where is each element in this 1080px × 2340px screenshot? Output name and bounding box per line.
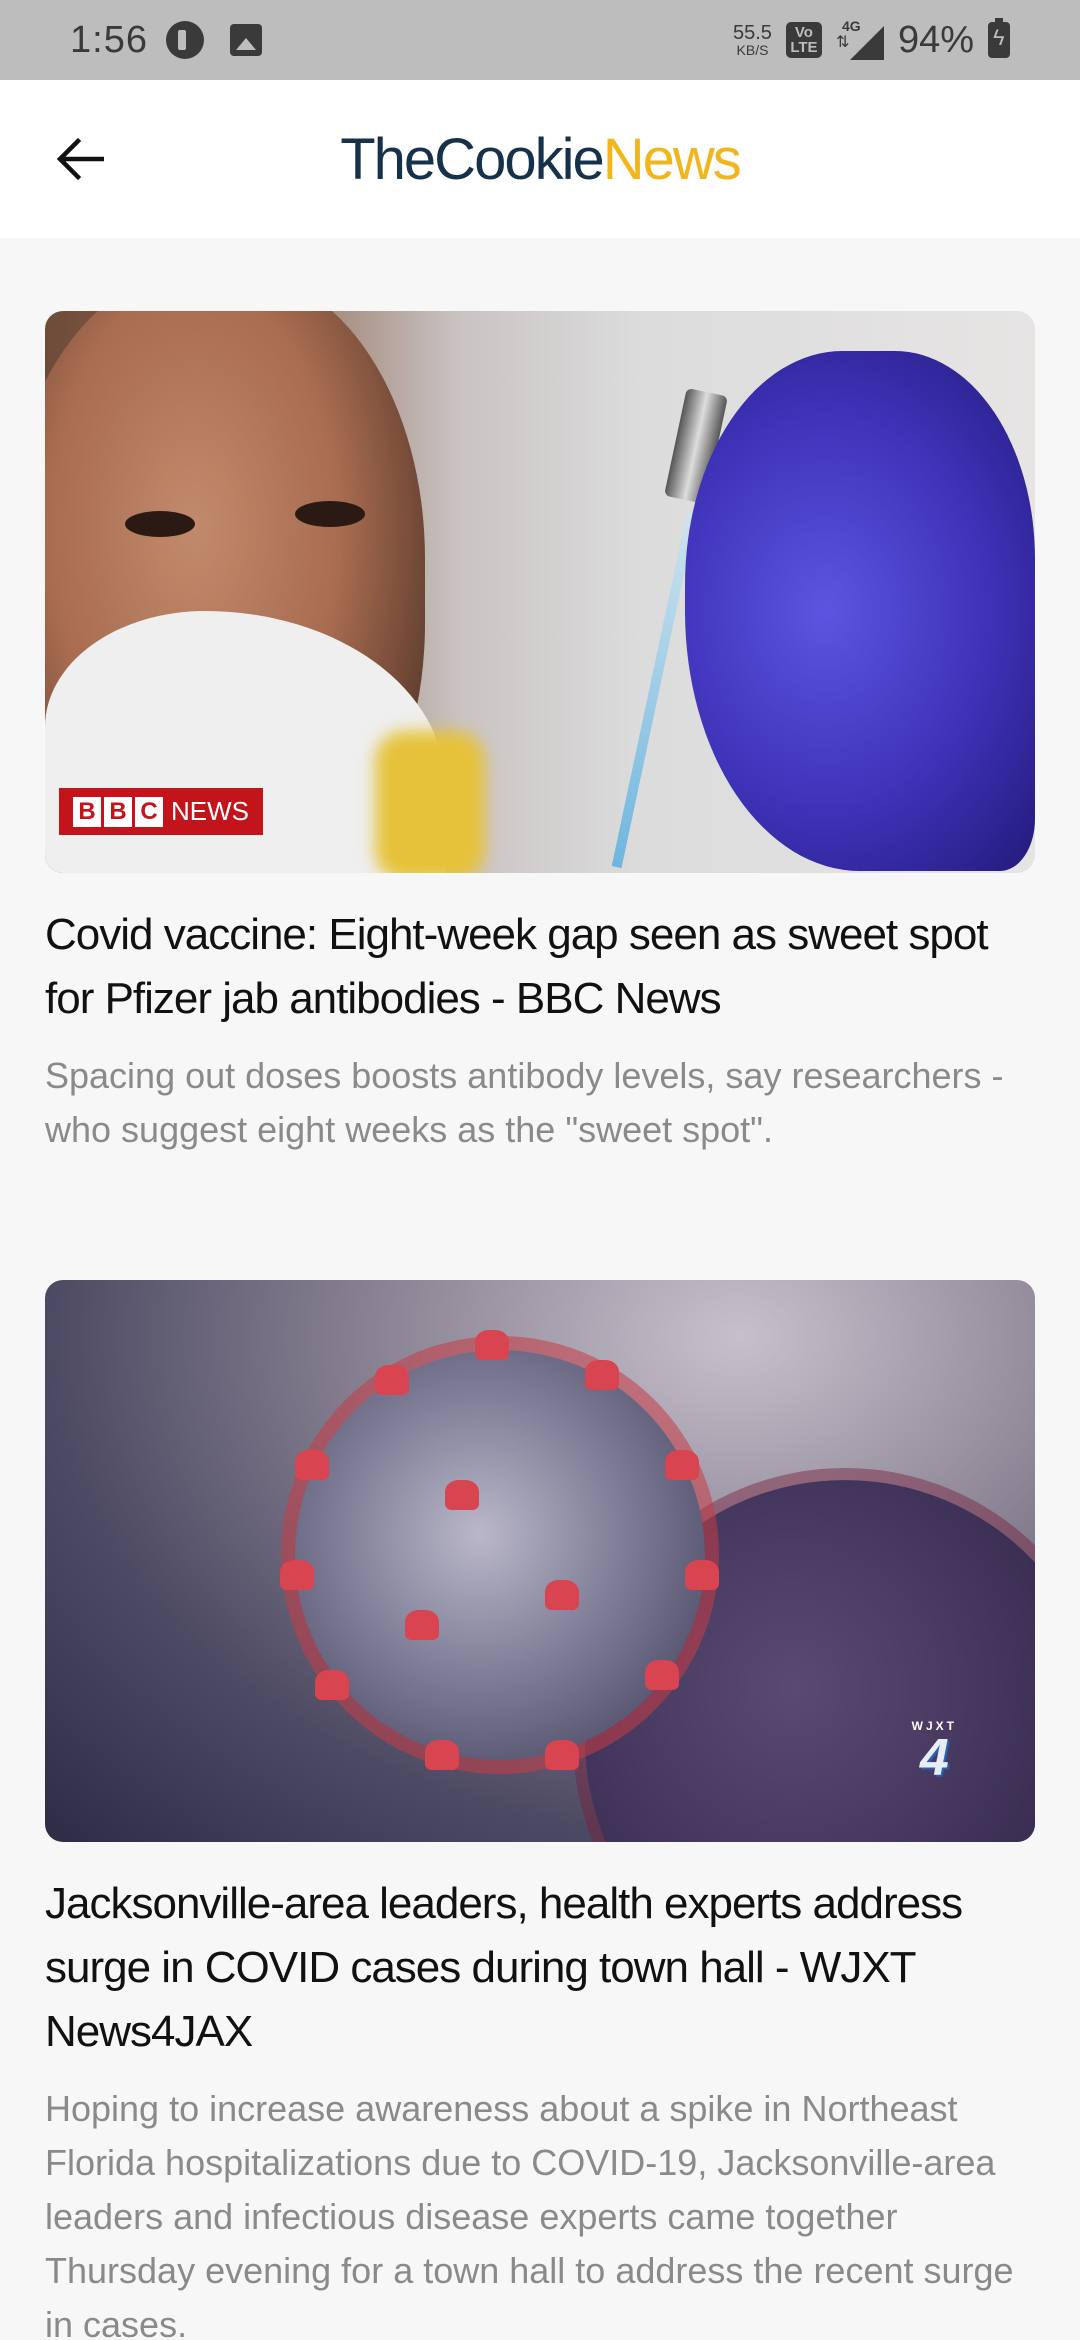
article-image[interactable]: WJXT 4 (45, 1280, 1035, 1842)
status-time: 1:56 (70, 18, 148, 61)
bbc-news-logo: B B C NEWS (59, 788, 263, 835)
article-image[interactable]: B B C NEWS (45, 311, 1035, 873)
image-notification-icon (229, 24, 262, 56)
article-title[interactable]: Jacksonville-area leaders, health expert… (45, 1872, 1035, 2064)
app-header: TheCookieNews (0, 80, 1080, 238)
back-button[interactable] (44, 120, 116, 198)
notification-app-icon (165, 21, 204, 59)
volte-icon: Vo LTE (785, 22, 822, 58)
status-bar: 1:56 55.5 KB/S Vo LTE ⇅ 4G 94% (0, 0, 1080, 80)
wjxt-logo: WJXT 4 (911, 1719, 957, 1787)
battery-percent: 94% (897, 18, 974, 61)
article-description: Hoping to increase awareness about a spi… (45, 2088, 1014, 2340)
article-description: Spacing out doses boosts antibody levels… (45, 1055, 1004, 1150)
signal-icon: ⇅ 4G (836, 18, 884, 60)
article-card[interactable]: B B C NEWS Covid vaccine: Eight-week gap… (45, 311, 1035, 1157)
app-logo: TheCookieNews (340, 126, 742, 192)
arrow-left-icon (56, 137, 104, 181)
article-title[interactable]: Covid vaccine: Eight-week gap seen as sw… (45, 903, 1035, 1031)
article-card[interactable]: WJXT 4 Jacksonville-area leaders, health… (45, 1280, 1035, 2340)
network-speed: 55.5 KB/S (733, 22, 772, 58)
battery-charging-icon (988, 18, 1010, 58)
